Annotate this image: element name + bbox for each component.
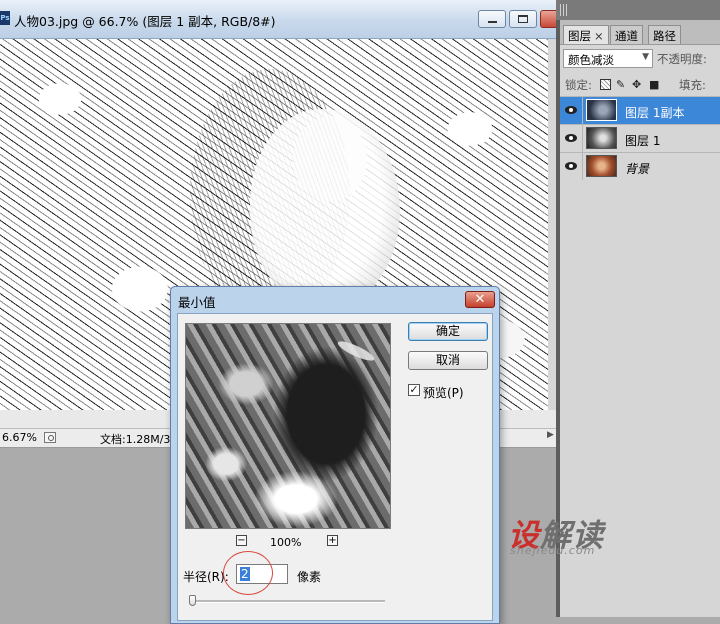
- layer-thumbnail: [586, 99, 617, 121]
- panel-tabs: 图层 × 通道 路径: [560, 20, 720, 45]
- layer-thumbnail: [586, 127, 617, 149]
- layer-name: 背景: [625, 162, 650, 176]
- cancel-button[interactable]: 取消: [408, 351, 488, 370]
- site-watermark: 设解读 shejiedu.com: [508, 510, 604, 557]
- fill-label: 填充:: [679, 78, 706, 92]
- preview-highlight-shape: [335, 338, 377, 364]
- status-menu-icon[interactable]: [44, 432, 56, 443]
- panel-grip[interactable]: [556, 0, 720, 20]
- lock-row: 锁定: ✎ ✥ ■ 填充:: [560, 74, 720, 94]
- layer-name: 图层 1: [625, 134, 661, 148]
- radius-slider-thumb[interactable]: [189, 595, 196, 606]
- minimum-filter-dialog: 最小值 ✕ − 100% + 半径(R): 2 像素 确定 取消 ✓ 预览(P): [170, 286, 500, 624]
- dialog-close-button[interactable]: ✕: [465, 291, 495, 308]
- minimize-button[interactable]: [478, 10, 506, 28]
- visibility-toggle[interactable]: [560, 125, 583, 152]
- document-titlebar[interactable]: Ps 人物03.jpg @ 66.7% (图层 1 副本, RGB/8#): [0, 0, 562, 39]
- tab-channels[interactable]: 通道: [610, 25, 643, 44]
- canvas-vertical-scrollbar[interactable]: [548, 39, 556, 410]
- maximize-icon: [518, 15, 528, 23]
- tab-layers-label: 图层: [568, 29, 591, 43]
- layer-row-copy[interactable]: 图层 1副本: [560, 96, 720, 124]
- layer-thumbnail: [586, 155, 617, 177]
- radius-slider-track[interactable]: [189, 600, 385, 603]
- sketch-face-shape: [250, 109, 400, 309]
- visibility-toggle[interactable]: [560, 97, 583, 124]
- eye-icon: [565, 162, 577, 170]
- lock-image-brush-icon[interactable]: ✎: [616, 78, 625, 91]
- scroll-right-icon[interactable]: ▶: [547, 430, 554, 440]
- opacity-label: 不透明度:: [657, 52, 707, 66]
- dialog-title: 最小值: [178, 295, 216, 310]
- preview-checkbox[interactable]: ✓: [408, 384, 420, 396]
- document-title: 人物03.jpg @ 66.7% (图层 1 副本, RGB/8#): [14, 14, 276, 29]
- zoom-readout[interactable]: 6.67%: [2, 431, 37, 444]
- blend-mode-value: 颜色减淡: [568, 53, 614, 67]
- eye-icon: [565, 106, 577, 114]
- preview-label: 预览(P): [423, 386, 464, 400]
- layer-name: 图层 1副本: [625, 106, 685, 120]
- lock-position-move-icon[interactable]: ✥: [632, 78, 641, 91]
- radius-unit: 像素: [297, 570, 322, 584]
- layer-row-layer1[interactable]: 图层 1: [560, 124, 720, 152]
- ok-button[interactable]: 确定: [408, 322, 488, 341]
- layer-row-background[interactable]: 背景: [560, 152, 720, 180]
- blend-mode-select[interactable]: 颜色减淡 ▼: [563, 49, 653, 68]
- eye-icon: [565, 134, 577, 142]
- chevron-down-icon: ▼: [642, 52, 649, 62]
- lock-label: 锁定:: [565, 78, 592, 92]
- visibility-toggle[interactable]: [560, 153, 583, 180]
- zoom-in-button[interactable]: +: [327, 535, 338, 546]
- tab-layers[interactable]: 图层 ×: [563, 25, 609, 44]
- annotation-circle: [223, 551, 273, 595]
- close-icon[interactable]: ×: [594, 29, 604, 43]
- filter-preview[interactable]: [185, 323, 391, 529]
- minimize-icon: [488, 21, 497, 23]
- tab-paths[interactable]: 路径: [648, 25, 681, 44]
- lock-transparency-icon[interactable]: [600, 79, 611, 90]
- document-info: 文档:1.28M/3.: [100, 433, 174, 446]
- maximize-button[interactable]: [509, 10, 537, 28]
- photoshop-app-icon: Ps: [0, 11, 10, 25]
- preview-zoom-level: 100%: [270, 536, 302, 549]
- watermark-url: shejiedu.com: [510, 544, 596, 557]
- lock-all-padlock-icon[interactable]: ■: [649, 78, 659, 91]
- zoom-out-button[interactable]: −: [236, 535, 247, 546]
- dialog-body: − 100% + 半径(R): 2 像素 确定 取消 ✓ 预览(P): [177, 313, 493, 621]
- radius-label: 半径(R):: [183, 570, 229, 584]
